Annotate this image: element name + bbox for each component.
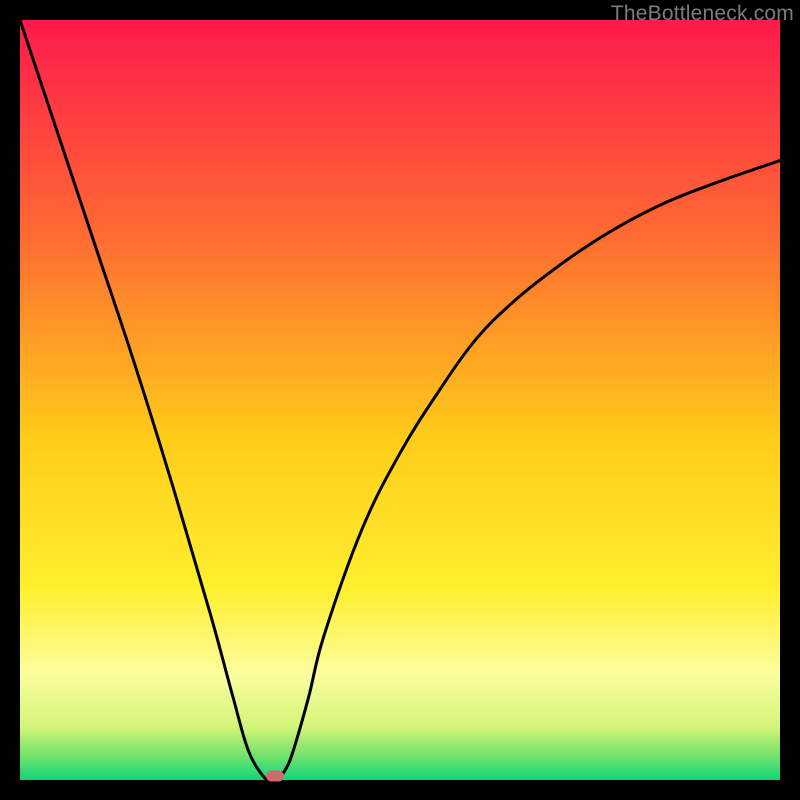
watermark-text: TheBottleneck.com bbox=[611, 2, 794, 26]
background-gradient bbox=[20, 20, 780, 780]
optimal-marker bbox=[266, 771, 284, 782]
plot-frame bbox=[20, 20, 780, 780]
